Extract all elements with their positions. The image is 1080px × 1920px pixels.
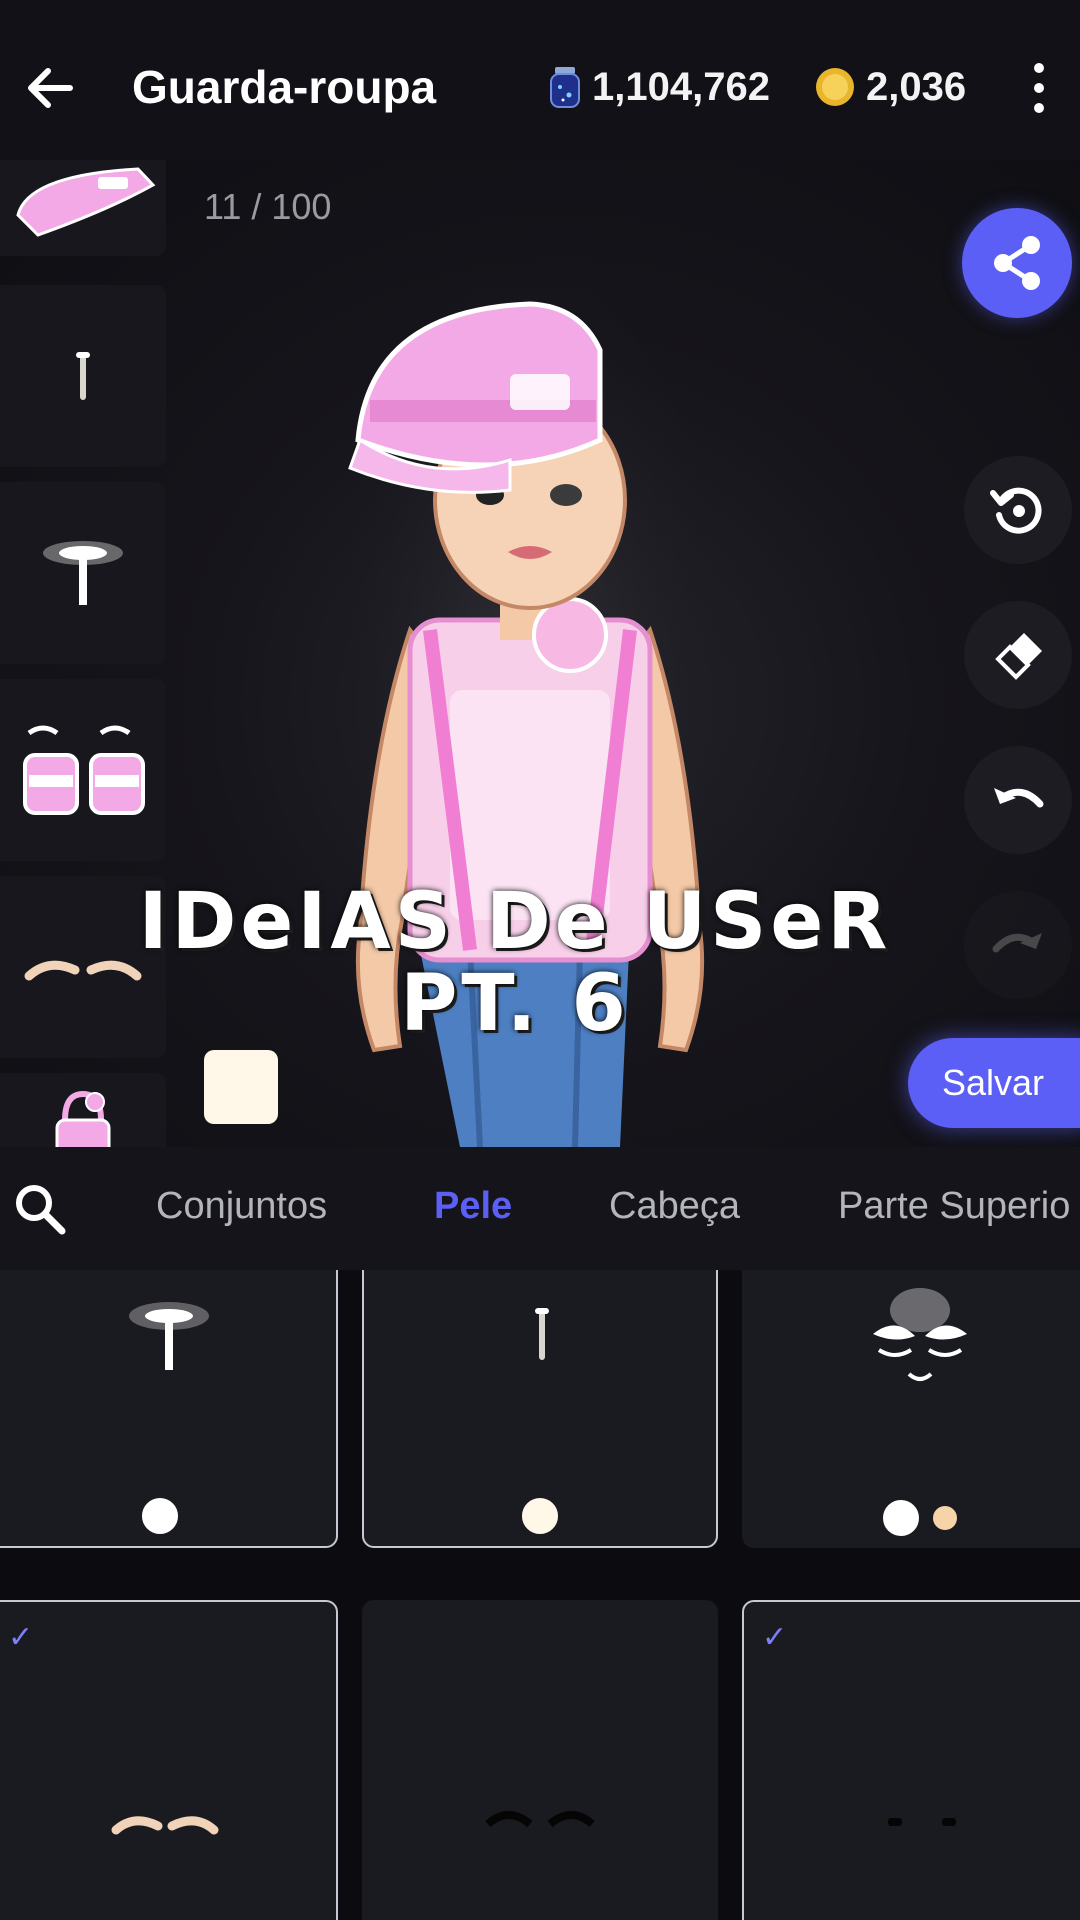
selected-check-icon: ✓ [762, 1621, 788, 1654]
pink-cap-icon [16, 167, 156, 237]
equipped-item-nose-piercing[interactable] [0, 285, 166, 467]
grid-item-lashes[interactable] [362, 1600, 718, 1920]
gems-count: 1,104,762 [592, 64, 770, 109]
color-dot-white[interactable] [881, 1498, 921, 1538]
top-bar: Guarda-roupa 1,104,762 2,036 [0, 0, 1080, 160]
grid-item-eyebrows[interactable]: ✓ [0, 1600, 338, 1920]
grid-item-nose-piercing[interactable] [362, 1270, 718, 1548]
color-options [364, 1496, 716, 1536]
piercing-icon [535, 1308, 549, 1360]
equipped-item-eyebrows[interactable] [0, 876, 166, 1058]
save-button[interactable]: Salvar [908, 1038, 1080, 1128]
search-icon[interactable] [10, 1179, 70, 1239]
color-options [0, 1496, 336, 1536]
gems-balance[interactable]: 1,104,762 [548, 62, 770, 112]
avatar-figure [330, 290, 730, 1147]
more-vertical-icon[interactable] [1024, 60, 1054, 116]
redo-button[interactable] [964, 891, 1072, 999]
tab-parte-superior[interactable]: Parte Superio [838, 1185, 1070, 1228]
grid-item-highlight[interactable] [0, 1270, 338, 1548]
undo-button[interactable] [964, 746, 1072, 854]
item-counter: 11 / 100 [204, 186, 332, 227]
highlight-icon [129, 1302, 209, 1370]
equipped-item-highlight[interactable] [0, 482, 166, 664]
back-arrow-icon[interactable] [22, 58, 82, 118]
tab-conjuntos[interactable]: Conjuntos [156, 1185, 327, 1228]
eraser-icon [995, 633, 1042, 680]
eyebrows-icon [24, 960, 142, 981]
dark-eyes-icon [888, 1818, 956, 1826]
piercing-icon [76, 352, 90, 400]
coins-count: 2,036 [866, 64, 967, 109]
coin-icon [816, 68, 854, 106]
coins-balance[interactable]: 2,036 [814, 62, 966, 112]
skin-color-swatch[interactable] [204, 1050, 278, 1124]
color-dot-cream[interactable] [520, 1496, 560, 1536]
reset-button[interactable] [964, 456, 1072, 564]
equipped-item-pink-bag[interactable] [0, 1073, 166, 1147]
reset-icon [990, 487, 1042, 534]
tab-pele[interactable]: Pele [434, 1185, 512, 1228]
share-icon [994, 236, 1040, 290]
selected-check-icon: ✓ [8, 1621, 34, 1654]
equipped-items-list [0, 160, 168, 1147]
avatar-preview: 11 / 100 IDeIAS De USeR PT. 6 Salvar [0, 160, 1080, 1147]
equipped-item-pink-eyes[interactable] [0, 679, 166, 861]
grid-item-face-mask[interactable] [742, 1270, 1080, 1548]
pink-eyes-icon [23, 725, 145, 815]
color-dot-white[interactable] [140, 1496, 180, 1536]
gem-jar-icon [550, 67, 580, 108]
grid-item-dark-eyes[interactable]: ✓ [742, 1600, 1080, 1920]
category-tabs: Conjuntos Pele Cabeça Parte Superio [0, 1147, 1080, 1270]
share-button[interactable] [962, 208, 1072, 318]
page-title: Guarda-roupa [132, 61, 437, 113]
color-options [742, 1498, 1080, 1538]
face-mask-icon [873, 1288, 967, 1381]
equipped-item-pink-cap[interactable] [0, 160, 166, 256]
undo-icon [994, 788, 1044, 808]
item-grid: ✓ ✓ [0, 1270, 1080, 1920]
redo-icon [992, 933, 1042, 953]
pink-bag-icon [55, 1090, 111, 1147]
highlight-icon [43, 541, 123, 605]
tab-cabeca[interactable]: Cabeça [609, 1185, 740, 1228]
color-dot-peach[interactable] [931, 1504, 959, 1532]
lashes-icon [485, 1811, 595, 1828]
eraser-button[interactable] [964, 601, 1072, 709]
eyebrows-icon [111, 1816, 219, 1835]
